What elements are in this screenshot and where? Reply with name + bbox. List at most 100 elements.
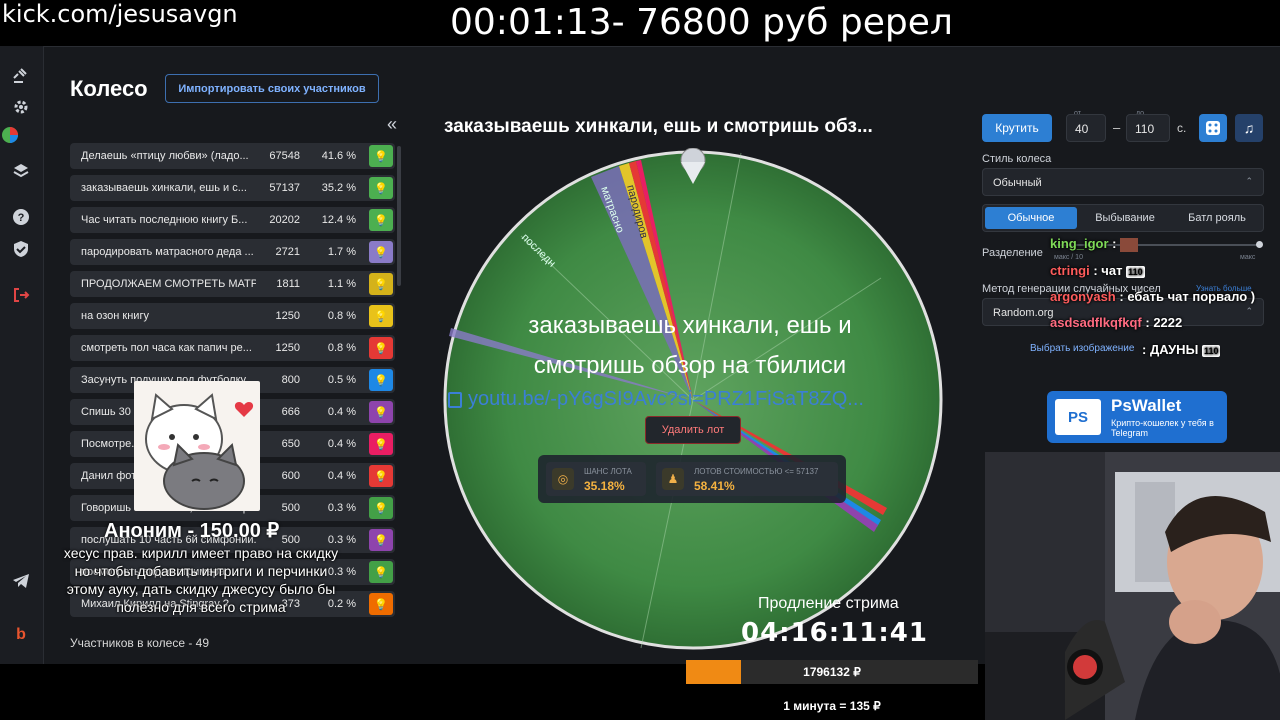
participant-percent: 0.8 % xyxy=(327,310,356,322)
gavel-icon[interactable] xyxy=(12,66,30,89)
chat-message: argonyash : ебать чат порвало ) xyxy=(1050,289,1255,304)
participant-amount: 1811 xyxy=(276,278,300,290)
chat-text: : 2222 xyxy=(1145,315,1183,330)
svg-text:b: b xyxy=(16,626,26,642)
participant-amount: 1250 xyxy=(275,342,300,354)
chat-message: king_igor : xyxy=(1050,236,1139,252)
lightbulb-icon[interactable]: 💡 xyxy=(369,369,393,391)
chat-text: : чат xyxy=(1093,263,1123,278)
help-icon[interactable]: ? xyxy=(12,208,30,231)
tab-normal[interactable]: Обычное xyxy=(985,207,1077,229)
lot-stats: ◎ ШАНС ЛОТА 35.18% ♟ ЛОТОВ СТОИМОСТЬЮ <=… xyxy=(538,455,846,503)
split-slider-handle[interactable] xyxy=(1256,241,1263,248)
wheel-winner-title: заказываешь хинкали, ешь и смотришь обз.… xyxy=(444,116,873,137)
delete-lot-button[interactable]: Удалить лот xyxy=(645,416,741,444)
participant-name: Делаешь «птицу любви» (ладо... xyxy=(81,150,249,162)
duration-to-input[interactable]: 110 xyxy=(1126,114,1170,142)
copy-icon[interactable] xyxy=(448,391,462,408)
people-icon: ♟ xyxy=(662,468,684,490)
participant-amount: 666 xyxy=(281,406,300,418)
lots-cost-label: ЛОТОВ СТОИМОСТЬЮ <= 57137 xyxy=(694,467,819,476)
participant-percent: 0.4 % xyxy=(327,470,356,482)
stream-extension-timer: 04:16:11:41 xyxy=(741,618,928,648)
lightbulb-icon[interactable]: 💡 xyxy=(369,241,393,263)
participant-percent: 0.8 % xyxy=(327,342,356,354)
lightbulb-icon[interactable]: 💡 xyxy=(369,177,393,199)
duration-from-input[interactable]: 40 xyxy=(1066,114,1106,142)
lightbulb-icon[interactable]: 💡 xyxy=(369,401,393,423)
range-dash: – xyxy=(1113,120,1121,135)
pie-chart-icon[interactable] xyxy=(0,125,20,150)
lightbulb-icon[interactable]: 💡 xyxy=(369,209,393,231)
chat-text: : ДАУНЫ xyxy=(1142,342,1199,357)
participant-percent: 0.5 % xyxy=(327,374,356,386)
chat-username: ctringi xyxy=(1050,263,1090,278)
wallet-ad-banner[interactable]: PS PsWallet Крипто-кошелек у тебя в Tele… xyxy=(1047,391,1227,443)
logout-icon[interactable] xyxy=(12,286,30,309)
lightbulb-icon[interactable]: 💡 xyxy=(369,337,393,359)
lightbulb-icon[interactable]: 💡 xyxy=(369,433,393,455)
choose-image-link[interactable]: Выбрать изображение xyxy=(1030,343,1134,354)
telegram-icon[interactable] xyxy=(12,572,30,595)
wheel-style-select[interactable]: Обычный ⌃ xyxy=(982,168,1264,196)
participant-percent: 1.7 % xyxy=(327,246,356,258)
tab-battle-royale[interactable]: Батл рояль xyxy=(1171,207,1263,229)
chat-text: : ебать чат порвало ) xyxy=(1119,289,1256,304)
lots-cost-value: 58.41% xyxy=(694,479,735,493)
layers-icon[interactable] xyxy=(12,162,30,185)
import-participants-button[interactable]: Импортировать своих участников xyxy=(165,74,379,103)
participant-name: Час читать последнюю книгу Б... xyxy=(81,214,248,226)
list-item[interactable]: заказываешь хинкали, ешь и с... 57137 35.2… xyxy=(70,175,395,201)
winner-link-text[interactable]: youtu.be/-pY6gSI9Avc?si=PRZ1FiSaT8ZQ... xyxy=(468,388,864,410)
participant-amount: 57137 xyxy=(269,182,300,194)
list-item[interactable]: Делаешь «птицу любви» (ладо... 67548 41.6 … xyxy=(70,143,395,169)
participant-name: на озон книгу xyxy=(81,310,149,322)
lightbulb-icon[interactable]: 💡 xyxy=(369,465,393,487)
list-scrollbar[interactable] xyxy=(397,146,401,286)
lightbulb-icon[interactable]: 💡 xyxy=(369,561,393,583)
donation-message: хесус прав. кирилл имеет право на скидку… xyxy=(63,545,339,615)
rng-value: Random.org xyxy=(993,307,1054,319)
lightbulb-icon[interactable]: 💡 xyxy=(369,145,393,167)
brand-icon[interactable]: b xyxy=(12,624,30,647)
lightbulb-icon[interactable]: 💡 xyxy=(369,305,393,327)
lightbulb-icon[interactable]: 💡 xyxy=(369,529,393,551)
lightbulb-icon[interactable]: 💡 xyxy=(369,593,393,615)
seconds-unit: с. xyxy=(1177,121,1187,135)
mode-tabs: Обычное Выбывание Батл рояль xyxy=(982,204,1264,232)
list-item[interactable]: пародировать матрасного деда ... 2721 1.7 … xyxy=(70,239,395,265)
list-item[interactable]: на озон книгу 1250 0.8 % 💡 xyxy=(70,303,395,329)
webcam-feed xyxy=(985,452,1280,720)
participant-name: ПРОДОЛЖАЕМ СМОТРЕТЬ МАТР... xyxy=(81,278,256,290)
chevron-updown-icon: ⌃ xyxy=(1245,176,1253,186)
list-item[interactable]: ПРОДОЛЖАЕМ СМОТРЕТЬ МАТР... 1811 1.1 % 💡 xyxy=(70,271,395,297)
participant-amount: 67548 xyxy=(269,150,300,162)
page-title: Колесо xyxy=(70,76,148,101)
participant-percent: 0.4 % xyxy=(327,438,356,450)
target-icon: ◎ xyxy=(552,468,574,490)
chat-badge: 110 xyxy=(1201,344,1221,357)
chevron-updown-icon: ⌃ xyxy=(1245,306,1253,316)
list-item[interactable]: Час читать последнюю книгу Б... 20202 12.4… xyxy=(70,207,395,233)
lightbulb-icon[interactable]: 💡 xyxy=(369,273,393,295)
shield-icon[interactable] xyxy=(12,240,30,263)
lot-chance-label: ШАНС ЛОТА xyxy=(584,467,632,476)
music-icon[interactable]: ♫ xyxy=(1235,114,1263,142)
tab-elimination[interactable]: Выбывание xyxy=(1079,207,1171,229)
lot-chance-value: 35.18% xyxy=(584,479,625,493)
collapse-panel-icon[interactable]: « xyxy=(387,114,397,135)
stream-screen: kick.com/jesusavgn 00:01:13- 76800 руб р… xyxy=(0,0,1280,720)
lightbulb-icon[interactable]: 💡 xyxy=(369,497,393,519)
dice-icon[interactable] xyxy=(1199,114,1227,142)
spin-button[interactable]: Крутить xyxy=(982,114,1052,142)
participant-name: пародировать матрасного деда ... xyxy=(81,246,254,258)
gear-icon[interactable] xyxy=(12,98,30,121)
donation-goal-amount: 1796132 ₽ xyxy=(803,665,861,679)
participant-name: смотреть пол часа как папич ре... xyxy=(81,342,252,354)
split-label: Разделение xyxy=(982,247,1043,259)
chat-username: argonyash xyxy=(1050,289,1116,304)
lot-chance-stat: ◎ ШАНС ЛОТА 35.18% xyxy=(546,462,646,496)
winner-link[interactable]: youtu.be/-pY6gSI9Avc?si=PRZ1FiSaT8ZQ... xyxy=(448,388,864,411)
list-item[interactable]: смотреть пол часа как папич ре... 1250 0.8… xyxy=(70,335,395,361)
chat-username: asdsadflkqfkqf xyxy=(1050,315,1142,330)
